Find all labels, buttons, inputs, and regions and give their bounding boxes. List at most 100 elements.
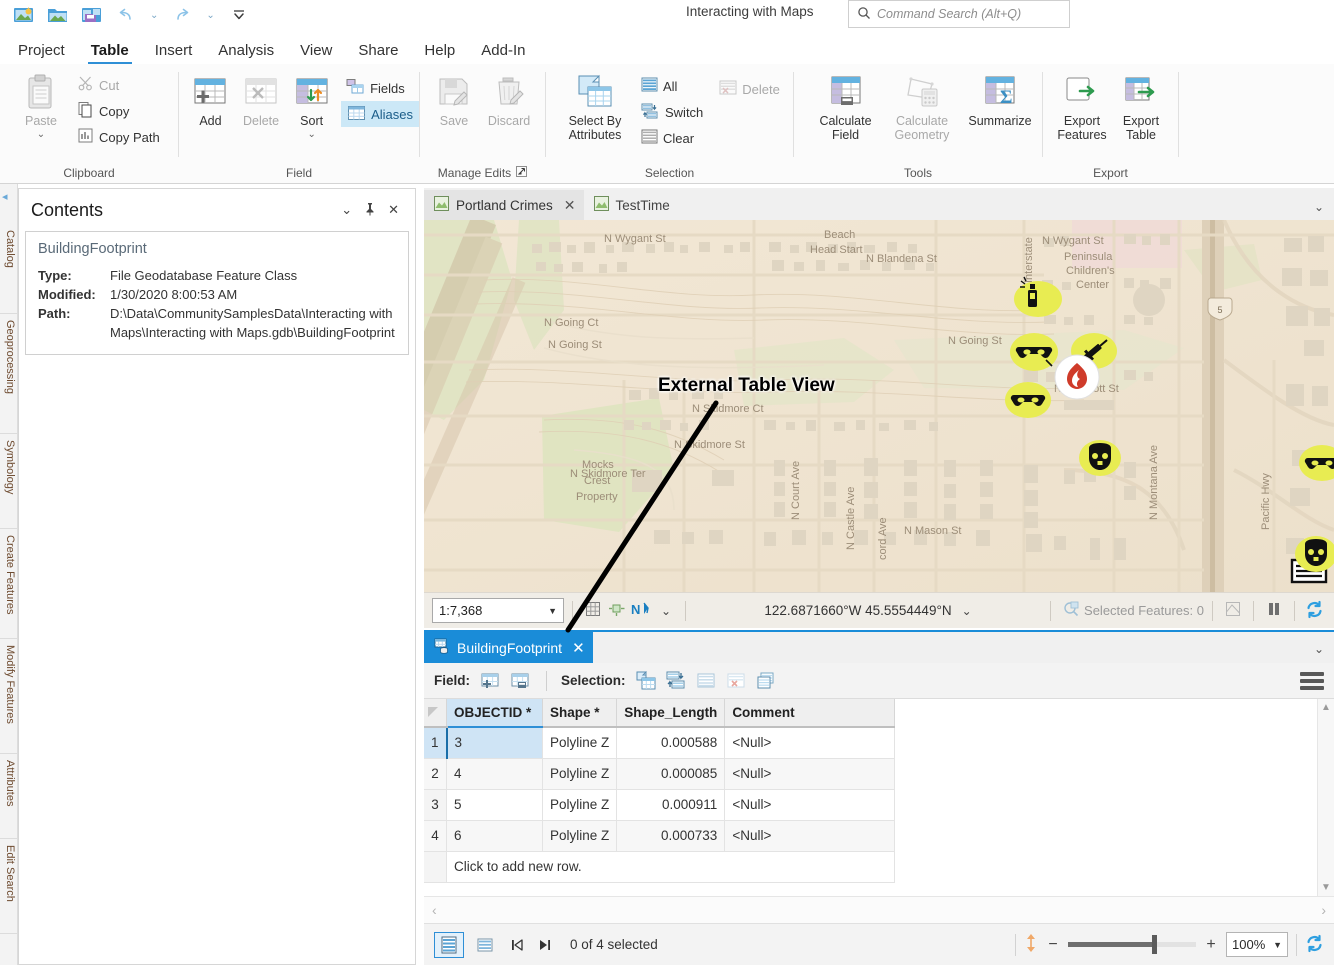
delete-field-button[interactable]: Delete <box>234 70 288 130</box>
table-grid[interactable]: OBJECTID * Shape * Shape_Length Comment … <box>424 699 1334 896</box>
collapse-pane-icon[interactable]: ◂ <box>2 190 8 203</box>
export-table-button[interactable]: Export Table <box>1113 70 1169 144</box>
export-features-button[interactable]: Export Features <box>1051 70 1113 144</box>
draw-status-icon[interactable] <box>1221 601 1245 620</box>
add-field-button[interactable]: Add <box>187 70 234 130</box>
tab-insert[interactable]: Insert <box>155 42 193 64</box>
pause-drawing-icon[interactable] <box>1262 601 1286 620</box>
cell-comment[interactable]: <Null> <box>725 820 895 851</box>
cell-shape-length[interactable]: 0.000085 <box>617 758 725 789</box>
column-header-shape[interactable]: Shape * <box>543 699 617 727</box>
redo-icon[interactable] <box>170 4 194 26</box>
delete-selection-icon[interactable] <box>724 669 748 693</box>
table-options-menu-icon[interactable] <box>1300 670 1324 692</box>
side-tab-geoprocessing[interactable]: Geoprocessing <box>0 314 17 434</box>
map-scale-input[interactable]: 1:7,368 ▼ <box>432 598 564 623</box>
cell-shape[interactable]: Polyline Z <box>543 820 617 851</box>
tab-view[interactable]: View <box>300 42 332 64</box>
table-row[interactable]: 3 5 Polyline Z 0.000911 <Null> <box>424 789 895 820</box>
zoom-out-icon[interactable]: − <box>1046 936 1060 954</box>
side-tab-modify-features[interactable]: Modify Features <box>0 639 17 754</box>
copy-button[interactable]: Copy <box>72 98 165 124</box>
crime-markers[interactable] <box>424 220 1334 592</box>
aliases-button[interactable]: Aliases <box>341 101 419 127</box>
tab-project[interactable]: Project <box>18 42 65 64</box>
command-search-input[interactable]: Command Search (Alt+Q) <box>848 0 1070 28</box>
add-field-icon[interactable] <box>478 669 502 693</box>
add-new-row-label[interactable]: Click to add new row. <box>447 851 895 882</box>
refresh-table-icon[interactable] <box>1305 934 1324 956</box>
zoom-slider-handle[interactable] <box>1152 935 1157 954</box>
select-all-corner[interactable] <box>424 699 447 727</box>
table-tab-overflow-icon[interactable]: ⌄ <box>1314 642 1324 656</box>
tab-addin[interactable]: Add-In <box>481 42 525 64</box>
next-record-icon[interactable] <box>534 933 556 957</box>
summarize-button[interactable]: Σ Summarize <box>961 70 1039 130</box>
grid-snapping-icon[interactable] <box>581 601 605 620</box>
table-tab-buildingfootprint[interactable]: BuildingFootprint ✕ <box>424 632 593 663</box>
related-data-view-icon[interactable] <box>470 932 500 958</box>
clear-selection-icon[interactable] <box>694 669 718 693</box>
map-tab-portland-crimes[interactable]: Portland Crimes ✕ <box>424 190 584 220</box>
column-header-shape-length[interactable]: Shape_Length <box>617 699 725 727</box>
close-icon[interactable]: ✕ <box>572 639 585 657</box>
scroll-left-icon[interactable]: ‹ <box>432 902 437 918</box>
open-project-icon[interactable] <box>46 4 70 26</box>
side-tab-catalog[interactable]: Catalog <box>0 224 17 314</box>
snapping-icon[interactable] <box>605 601 629 620</box>
north-arrow-icon[interactable]: N <box>629 600 655 621</box>
cell-objectid[interactable]: 6 <box>447 820 543 851</box>
scroll-down-icon[interactable]: ▼ <box>1318 879 1334 896</box>
cell-objectid[interactable]: 5 <box>447 789 543 820</box>
cell-objectid[interactable]: 4 <box>447 758 543 789</box>
chevron-down-icon[interactable]: ▼ <box>548 606 557 616</box>
side-tab-edit-search[interactable]: Edit Search <box>0 839 17 934</box>
map-tab-overflow-icon[interactable]: ⌄ <box>1314 200 1324 214</box>
paste-dropdown-icon[interactable]: ⌄ <box>37 129 45 140</box>
tab-analysis[interactable]: Analysis <box>218 42 274 64</box>
cell-shape[interactable]: Polyline Z <box>543 789 617 820</box>
discard-edits-button[interactable]: Discard <box>480 70 538 130</box>
side-tab-attributes[interactable]: Attributes <box>0 754 17 839</box>
sort-dropdown-icon[interactable]: ⌄ <box>307 129 315 140</box>
save-project-icon[interactable] <box>80 4 104 26</box>
new-project-icon[interactable] <box>12 4 36 26</box>
refresh-icon[interactable] <box>1303 600 1326 622</box>
snapping-dropdown-icon[interactable]: ⌄ <box>655 604 677 618</box>
undo-dropdown-icon[interactable]: ⌄ <box>148 10 160 21</box>
table-view-icon[interactable] <box>434 932 464 958</box>
row-height-icon[interactable] <box>1024 933 1038 956</box>
pin-icon[interactable] <box>358 202 382 219</box>
cell-shape[interactable]: Polyline Z <box>543 727 617 758</box>
column-header-comment[interactable]: Comment <box>725 699 895 727</box>
cell-comment[interactable]: <Null> <box>725 727 895 758</box>
close-icon[interactable]: ✕ <box>564 197 576 214</box>
tab-help[interactable]: Help <box>424 42 455 64</box>
save-edits-button[interactable]: Save <box>428 70 480 130</box>
tab-table[interactable]: Table <box>91 42 129 64</box>
table-row[interactable]: 4 6 Polyline Z 0.000733 <Null> <box>424 820 895 851</box>
side-tab-create-features[interactable]: Create Features <box>0 529 17 639</box>
cell-objectid[interactable]: 3 <box>447 727 543 758</box>
table-row[interactable]: 2 4 Polyline Z 0.000085 <Null> <box>424 758 895 789</box>
cell-shape-length[interactable]: 0.000733 <box>617 820 725 851</box>
zoom-in-icon[interactable]: + <box>1204 936 1218 954</box>
redo-dropdown-icon[interactable]: ⌄ <box>204 10 216 21</box>
table-vertical-scrollbar[interactable]: ▲ ▼ <box>1317 699 1334 896</box>
customize-qat-icon[interactable] <box>227 4 251 26</box>
select-by-attributes-button[interactable]: Select By Attributes <box>556 70 634 144</box>
coordinates-dropdown-icon[interactable]: ⌄ <box>962 604 972 618</box>
map-tab-testtime[interactable]: TestTime <box>584 190 678 220</box>
first-record-icon[interactable] <box>506 933 528 957</box>
delete-selection-button[interactable]: Delete <box>714 76 785 102</box>
table-row[interactable]: 1 3 Polyline Z 0.000588 <Null> <box>424 727 895 758</box>
calculate-geometry-button[interactable]: Calculate Geometry <box>883 70 961 144</box>
cell-comment[interactable]: <Null> <box>725 758 895 789</box>
switch-selection-icon[interactable] <box>664 669 688 693</box>
column-header-objectid[interactable]: OBJECTID * <box>447 699 543 727</box>
calculate-field-button[interactable]: Calculate Field <box>808 70 883 144</box>
fields-button[interactable]: Fields <box>341 75 419 101</box>
switch-selection-button[interactable]: Switch <box>636 99 708 125</box>
add-new-row[interactable]: Click to add new row. <box>424 851 895 882</box>
zoom-slider[interactable] <box>1068 942 1196 947</box>
